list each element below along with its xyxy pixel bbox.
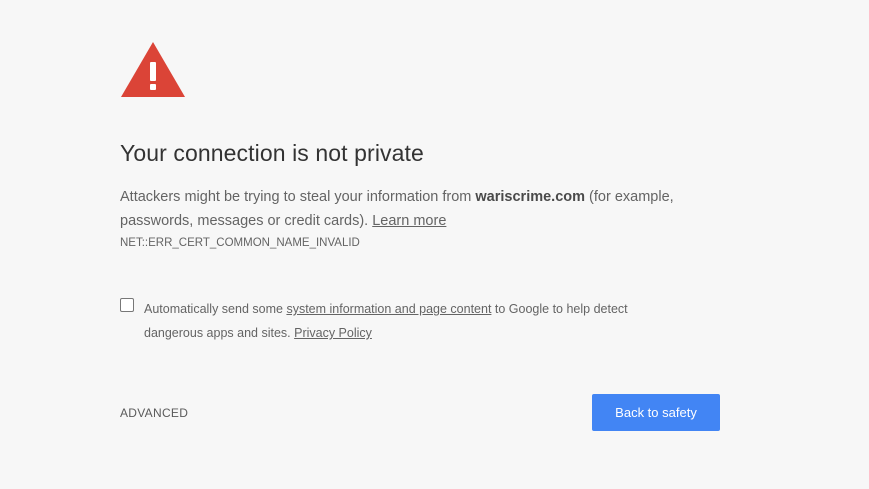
reporting-text: Automatically send some system informati… — [144, 297, 680, 345]
main-message-prefix: Attackers might be trying to steal your … — [120, 189, 476, 205]
page-title: Your connection is not private — [120, 140, 424, 166]
back-to-safety-button[interactable]: Back to safety — [592, 394, 720, 431]
site-domain: wariscrime.com — [475, 189, 586, 205]
main-message: Attackers might be trying to steal your … — [120, 185, 720, 233]
system-info-link[interactable]: system information and page content — [286, 302, 491, 316]
reporting-opt-in: Automatically send some system informati… — [120, 297, 680, 345]
reporting-checkbox[interactable] — [120, 298, 134, 312]
error-code: NET::ERR_CERT_COMMON_NAME_INVALID — [120, 237, 360, 249]
privacy-policy-link[interactable]: Privacy Policy — [294, 326, 372, 340]
advanced-button[interactable]: ADVANCED — [120, 406, 188, 420]
interstitial-page: Your connection is not private Attackers… — [0, 0, 869, 489]
reporting-prefix: Automatically send some — [144, 302, 287, 316]
learn-more-link[interactable]: Learn more — [372, 213, 446, 229]
warning-triangle-icon — [121, 42, 185, 97]
